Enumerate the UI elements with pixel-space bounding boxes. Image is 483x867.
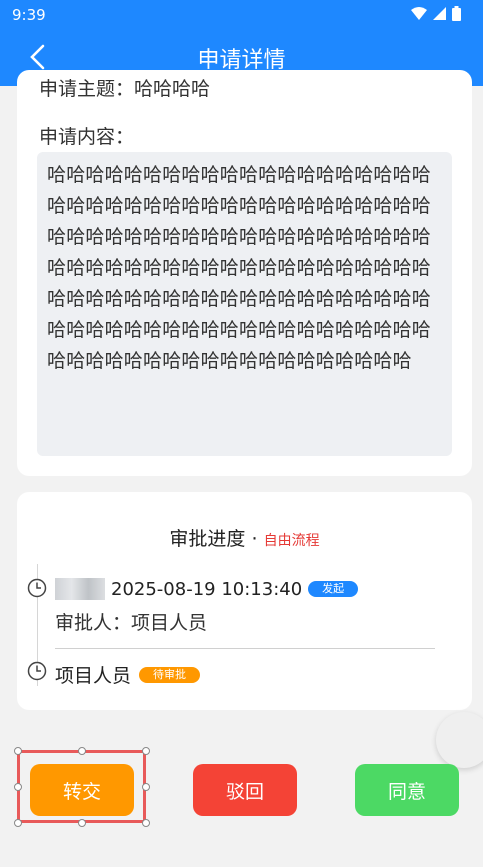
progress-title: 审批进度 · 自由流程: [17, 524, 472, 551]
reject-button[interactable]: 驳回: [193, 764, 297, 816]
resize-handle[interactable]: [78, 747, 86, 755]
application-card: 申请主题：哈哈哈哈 申请内容： 哈哈哈哈哈哈哈哈哈哈哈哈哈哈哈哈哈哈哈哈哈哈哈哈…: [17, 70, 472, 476]
resize-handle[interactable]: [14, 783, 22, 791]
status-bar: 9:39: [0, 0, 483, 30]
resize-handle[interactable]: [14, 747, 22, 755]
floating-button[interactable]: [436, 712, 483, 768]
content-label: 申请内容：: [39, 126, 135, 148]
avatar-blurred: [55, 578, 105, 600]
approval-progress-card: 审批进度 · 自由流程 2025-08-19 10:13:40 发起 审批人：项…: [17, 492, 472, 710]
clock-icon: [27, 578, 47, 598]
status-badge-initiated: 发起: [308, 581, 359, 597]
resize-handle[interactable]: [14, 819, 22, 827]
node-name: 项目人员: [55, 665, 132, 687]
timeline-node-initiated: 2025-08-19 10:13:40 发起: [55, 578, 359, 600]
node-datetime: 2025-08-19 10:13:40: [111, 578, 303, 600]
divider: [55, 648, 435, 649]
progress-title-text: 审批进度: [169, 528, 246, 550]
status-time: 9:39: [12, 6, 46, 24]
wifi-icon: [411, 7, 427, 20]
clock-icon: [27, 661, 47, 681]
agree-button[interactable]: 同意: [355, 764, 459, 816]
resize-handle[interactable]: [142, 819, 150, 827]
approver-label: 审批人：项目人员: [55, 612, 208, 634]
application-subject: 申请主题：哈哈哈哈: [39, 78, 211, 100]
resize-handle[interactable]: [142, 747, 150, 755]
selection-box: [17, 750, 146, 823]
resize-handle[interactable]: [78, 819, 86, 827]
flow-mode: 自由流程: [263, 533, 320, 549]
content-text: 哈哈哈哈哈哈哈哈哈哈哈哈哈哈哈哈哈哈哈哈哈哈哈哈哈哈哈哈哈哈哈哈哈哈哈哈哈哈哈哈…: [37, 152, 452, 456]
progress-separator: ·: [251, 528, 258, 550]
status-badge-pending: 待审批: [139, 666, 201, 683]
signal-icon: [433, 7, 446, 20]
timeline-node-pending: 项目人员 待审批: [55, 661, 201, 688]
system-icons: [411, 6, 461, 21]
battery-icon: [452, 6, 461, 21]
resize-handle[interactable]: [142, 783, 150, 791]
